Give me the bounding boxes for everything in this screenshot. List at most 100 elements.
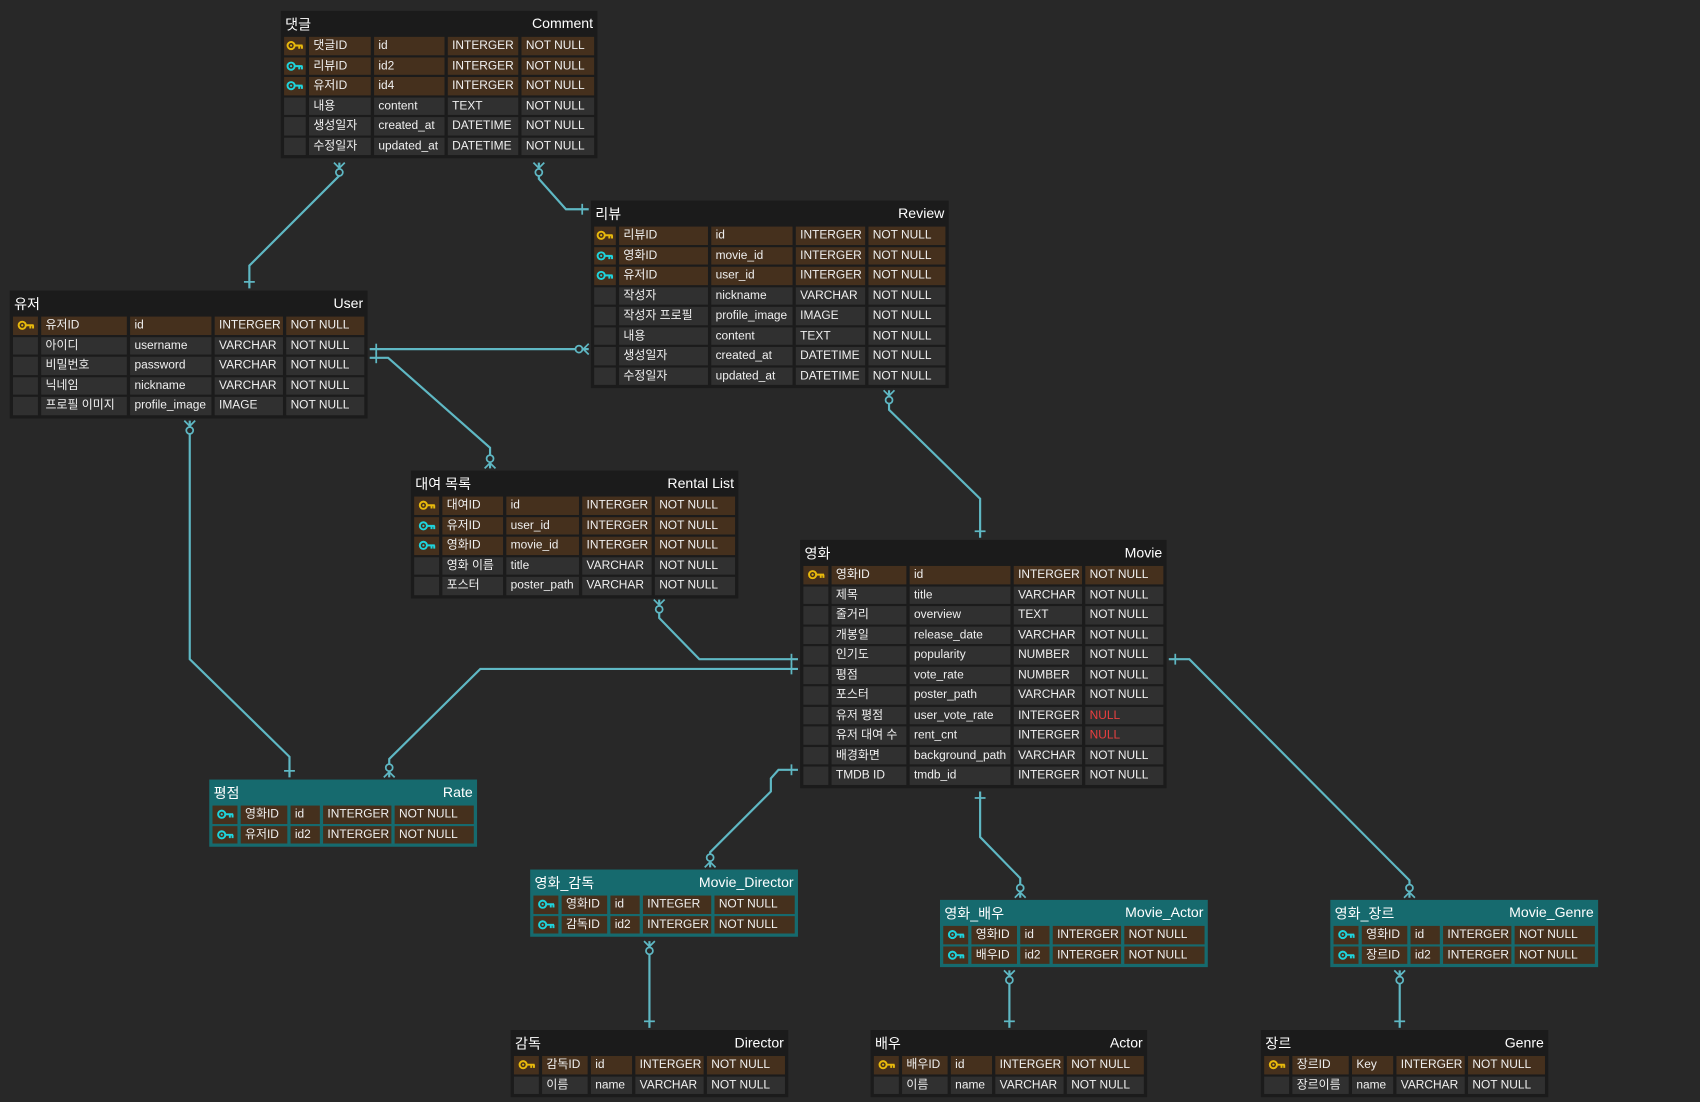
table-actor[interactable]: 배우 Actor 배우ID id INTERGER NOT NULL 이름 name VARCH…	[870, 1029, 1148, 1098]
table-header[interactable]: 영화 Movie	[803, 540, 1163, 564]
table-movie-actor[interactable]: 영화_배우 Movie_Actor 영화ID id INTERGER NOT NULL 배우…	[940, 899, 1208, 968]
column-row[interactable]: 유저ID id2 INTERGER NOT NULL	[212, 825, 474, 844]
column-row[interactable]: 작성자 nickname VARCHAR NOT NULL	[594, 286, 946, 305]
column-type: VARCHAR	[635, 1076, 704, 1094]
column-row[interactable]: 제목 title VARCHAR NOT NULL	[803, 586, 1164, 604]
column-row[interactable]: 유저ID id4 INTERGER NOT NULL	[284, 76, 595, 95]
column-row[interactable]: 댓글ID id INTERGER NOT NULL	[284, 36, 595, 55]
column-type: VARCHAR	[995, 1076, 1064, 1094]
table-user[interactable]: 유저 User 유저ID id INTERGER NOT NULL 아이디 username V…	[9, 290, 368, 418]
table-header[interactable]: 리뷰 Review	[594, 201, 945, 225]
column-logical-name: 수정일자	[619, 367, 708, 385]
column-row[interactable]: 평점 vote_rate NUMBER NOT NULL	[803, 666, 1164, 685]
column-row[interactable]: 장르ID id2 INTERGER NOT NULL	[1333, 945, 1595, 964]
primary-key-icon	[1264, 1056, 1290, 1074]
table-comment[interactable]: 댓글 Comment 댓글ID id INTERGER NOT NULL 리뷰ID id2 IN…	[280, 10, 598, 159]
column-row[interactable]: 감독ID id INTERGER NOT NULL	[513, 1056, 785, 1074]
column-row[interactable]: 생성일자 created_at DATETIME NOT NULL	[594, 346, 946, 365]
column-row[interactable]: 이름 name VARCHAR NOT NULL	[513, 1076, 785, 1094]
column-physical-name: id	[290, 805, 320, 824]
table-rate[interactable]: 평점 Rate 영화ID id INTERGER NOT NULL 유저ID id2 INTER…	[209, 779, 478, 847]
column-row[interactable]: TMDB ID tmdb_id INTERGER NOT NULL	[803, 766, 1164, 785]
column-row[interactable]: 유저 대여 수 rent_cnt INTERGER NULL	[803, 726, 1164, 745]
optional-circle-icon	[574, 344, 584, 354]
table-movie-director[interactable]: 영화_감독 Movie_Director 영화ID id INTEGER NOT NULL…	[530, 869, 798, 937]
table-name-en: Genre	[1504, 1033, 1544, 1051]
column-row[interactable]: 수정일자 updated_at DATETIME NOT NULL	[284, 137, 595, 156]
column-row[interactable]: 유저ID id INTERGER NOT NULL	[13, 316, 365, 335]
column-row[interactable]: 닉네임 nickname VARCHAR NOT NULL	[13, 376, 365, 395]
column-row[interactable]: 배우ID id INTERGER NOT NULL	[873, 1056, 1144, 1074]
table-header[interactable]: 댓글 Comment	[284, 11, 594, 35]
table-movie[interactable]: 영화 Movie 영화ID id INTERGER NOT NULL 제목 title VARC…	[800, 539, 1167, 788]
column-row[interactable]: 내용 content TEXT NOT NULL	[594, 326, 946, 345]
table-header[interactable]: 대여 목록 Rental List	[414, 471, 735, 495]
table-header[interactable]: 유저 User	[13, 291, 364, 315]
column-row[interactable]: 장르ID Key INTERGER NOT NULL	[1264, 1056, 1545, 1074]
table-header[interactable]: 영화_장르 Movie_Genre	[1334, 900, 1595, 924]
column-row[interactable]: 배우ID id2 INTERGER NOT NULL	[943, 945, 1205, 964]
column-row[interactable]: 영화ID id INTERGER NOT NULL	[803, 565, 1164, 584]
table-movie-genre[interactable]: 영화_장르 Movie_Genre 영화ID id INTERGER NOT NULL 장르…	[1330, 899, 1599, 968]
table-genre[interactable]: 장르 Genre 장르ID Key INTERGER NOT NULL 장르이름 name VA…	[1260, 1029, 1549, 1098]
column-nullability: NOT NULL	[1085, 666, 1164, 685]
column-type: TEXT	[1013, 606, 1083, 624]
foreign-key-icon	[533, 915, 559, 934]
column-row[interactable]: 영화ID id INTERGER NOT NULL	[943, 925, 1205, 944]
column-row[interactable]: 생성일자 created_at DATETIME NOT NULL	[284, 117, 595, 135]
column-row[interactable]: 이름 name VARCHAR NOT NULL	[873, 1076, 1144, 1094]
column-row[interactable]: 리뷰ID id INTERGER NOT NULL	[594, 226, 946, 245]
column-row[interactable]: 수정일자 updated_at DATETIME NOT NULL	[594, 367, 946, 385]
column-row[interactable]: 프로필 이미지 profile_image IMAGE NOT NULL	[13, 396, 365, 415]
column-type: TEXT	[795, 326, 866, 345]
table-header[interactable]: 영화_배우 Movie_Actor	[943, 900, 1204, 924]
table-name-ko: 영화_감독	[534, 874, 595, 891]
column-row[interactable]: 대여ID id INTERGER NOT NULL	[414, 496, 736, 515]
optional-circle-icon	[534, 168, 544, 177]
table-director[interactable]: 감독 Director 감독ID id INTERGER NOT NULL 이름 name VA…	[510, 1029, 789, 1098]
relationship-line	[188, 420, 291, 778]
table-header[interactable]: 평점 Rate	[213, 780, 474, 804]
table-review[interactable]: 리뷰 Review 리뷰ID id INTERGER NOT NULL 영화ID movie_…	[590, 200, 949, 389]
table-header[interactable]: 감독 Director	[514, 1030, 785, 1054]
column-row[interactable]: 포스터 poster_path VARCHAR NOT NULL	[803, 686, 1164, 705]
column-physical-name: id	[909, 565, 1011, 584]
table-header[interactable]: 영화_감독 Movie_Director	[533, 870, 794, 894]
column-physical-name: id	[374, 36, 445, 55]
column-row[interactable]: 유저ID user_id INTERGER NOT NULL	[414, 516, 736, 535]
column-row[interactable]: 아이디 username VARCHAR NOT NULL	[13, 336, 365, 355]
column-row[interactable]: 감독ID id2 INTERGER NOT NULL	[533, 915, 795, 934]
table-header[interactable]: 배우 Actor	[874, 1030, 1144, 1054]
column-type: NUMBER	[1013, 666, 1083, 685]
table-header[interactable]: 장르 Genre	[1264, 1030, 1545, 1054]
optional-circle-icon	[1395, 975, 1405, 985]
column-physical-name: popularity	[909, 646, 1011, 665]
column-row[interactable]: 장르이름 name VARCHAR NOT NULL	[1264, 1076, 1545, 1094]
column-row[interactable]: 영화ID movie_id INTERGER NOT NULL	[594, 246, 946, 265]
column-row[interactable]: 내용 content TEXT NOT NULL	[284, 97, 595, 115]
column-row[interactable]: 유저ID user_id INTERGER NOT NULL	[594, 266, 946, 285]
column-row[interactable]: 영화ID id INTERGER NOT NULL	[212, 805, 474, 824]
column-row[interactable]: 영화ID movie_id INTERGER NOT NULL	[414, 536, 736, 555]
primary-key-icon	[284, 36, 306, 55]
column-row[interactable]: 비밀번호 password VARCHAR NOT NULL	[13, 356, 365, 375]
column-row[interactable]: 영화ID id INTERGER NOT NULL	[1333, 925, 1595, 944]
column-row[interactable]: 유저 평점 user_vote_rate INTERGER NULL	[803, 706, 1164, 725]
table-rental[interactable]: 대여 목록 Rental List 대여ID id INTERGER NOT NULL 유저…	[410, 470, 739, 598]
column-row[interactable]: 작성자 프로필 profile_image IMAGE NOT NULL	[594, 306, 946, 325]
column-row[interactable]: 포스터 poster_path VARCHAR NOT NULL	[414, 576, 736, 595]
optional-circle-icon	[185, 426, 195, 435]
column-row[interactable]: 리뷰ID id2 INTERGER NOT NULL	[284, 56, 595, 75]
table-name-ko: 평점	[213, 784, 240, 801]
column-nullability: NOT NULL	[394, 805, 474, 824]
column-row[interactable]: 영화ID id INTEGER NOT NULL	[533, 895, 795, 914]
column-row[interactable]: 배경화면 background_path VARCHAR NOT NULL	[803, 746, 1164, 765]
column-nullability: NOT NULL	[1514, 925, 1595, 944]
column-logical-name: 배경화면	[831, 746, 907, 765]
optional-circle-icon	[1405, 883, 1414, 893]
column-row[interactable]: 개봉일 release_date VARCHAR NOT NULL	[803, 626, 1164, 645]
column-row[interactable]: 영화 이름 title VARCHAR NOT NULL	[414, 556, 736, 575]
column-physical-name: profile_image	[711, 306, 793, 325]
column-row[interactable]: 줄거리 overview TEXT NOT NULL	[803, 606, 1164, 624]
column-row[interactable]: 인기도 popularity NUMBER NOT NULL	[803, 646, 1164, 665]
